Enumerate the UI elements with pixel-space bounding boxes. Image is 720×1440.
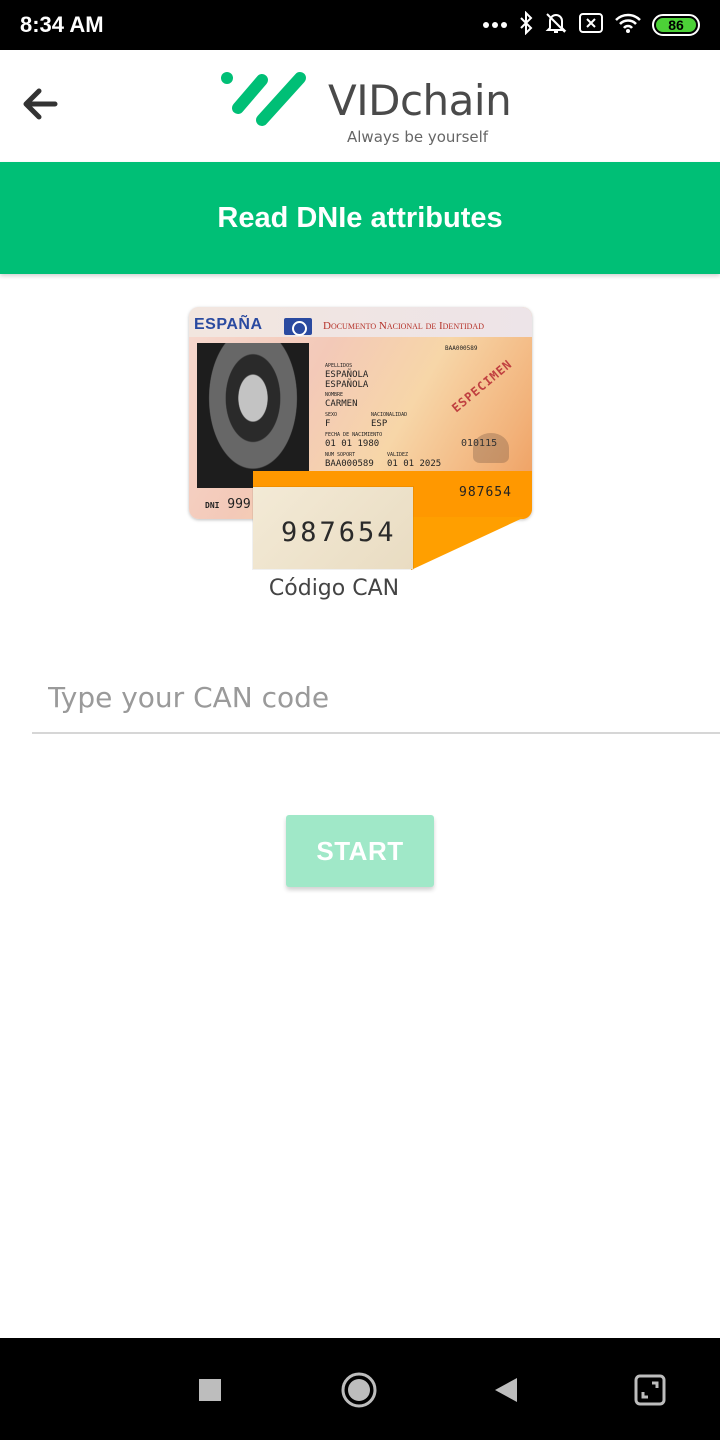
- card-support-number: BAA000589: [325, 459, 374, 469]
- card-sex: F: [325, 419, 331, 429]
- status-icons: 86: [482, 10, 700, 40]
- vidchain-logo: VIDchain Always be yourself: [218, 66, 512, 150]
- card-photo: [197, 343, 309, 488]
- recents-square-icon: [199, 1379, 221, 1401]
- can-zoom-number: 987654: [281, 517, 397, 548]
- card-nationality: ESP: [371, 419, 388, 429]
- back-triangle-icon: [495, 1378, 517, 1402]
- recents-button[interactable]: [192, 1372, 228, 1408]
- card-validity-date: 01 01 2025: [387, 459, 442, 469]
- title-banner: Read DNIe attributes: [0, 162, 720, 274]
- back-nav-button[interactable]: [488, 1372, 524, 1408]
- home-button[interactable]: [341, 1372, 377, 1408]
- arrow-left-icon: [23, 88, 58, 120]
- card-name: CARMEN: [325, 399, 358, 409]
- card-id-small: BAA000589: [445, 345, 478, 352]
- back-button[interactable]: [18, 82, 62, 126]
- more-dots-icon: [482, 16, 508, 34]
- status-time: 8:34 AM: [20, 12, 104, 37]
- card-country: ESPAÑA: [194, 316, 263, 333]
- vidchain-mark-icon: [221, 72, 306, 126]
- card-specimen-stamp: ESPECIMEN: [449, 356, 515, 416]
- wifi-icon: [614, 12, 642, 39]
- card-dni-prefix: DNI: [205, 501, 220, 510]
- logo-tagline: Always be yourself: [347, 128, 489, 146]
- home-circle-icon: [341, 1372, 377, 1408]
- bluetooth-icon: [518, 10, 534, 40]
- card-birth-date: 01 01 1980: [325, 439, 380, 449]
- card-validity-label: VALIDEZ: [387, 452, 409, 458]
- can-caption: Código CAN: [268, 576, 400, 601]
- screenshot-button[interactable]: [632, 1372, 668, 1408]
- card-surname-2: ESPAÑOLA: [325, 380, 369, 390]
- app-header: VIDchain Always be yourself: [0, 50, 720, 162]
- card-birth-label: FECHA DE NACIMIENTO: [325, 432, 383, 438]
- start-button[interactable]: START: [286, 815, 434, 887]
- card-dni-digits: 999: [227, 497, 251, 512]
- can-highlight-fold: [411, 517, 525, 570]
- card-can-code: 987654: [459, 485, 512, 500]
- status-bar: 8:34 AM 86: [0, 0, 720, 50]
- card-dni-number: DNI 999: [205, 497, 251, 512]
- logo-text: VIDchain: [328, 76, 512, 125]
- card-ghost-number: 010115: [461, 438, 498, 449]
- card-name-label: NOMBRE: [325, 392, 344, 398]
- card-support-label: NUM SOPORT: [325, 452, 356, 458]
- card-document-title: Documento Nacional de Identidad: [323, 320, 484, 332]
- screenshot-expand-icon: [634, 1374, 666, 1406]
- card-surname-1: ESPAÑOLA: [325, 370, 369, 380]
- card-surname-label: APELLIDOS: [325, 363, 353, 369]
- battery-level: 86: [656, 17, 696, 33]
- can-code-input[interactable]: [32, 662, 720, 734]
- card-chip-icon: [284, 318, 312, 336]
- no-sim-icon: [578, 12, 604, 39]
- system-nav-bar: [0, 1338, 720, 1440]
- dni-card-illustration: ESPAÑA Documento Nacional de Identidad B…: [189, 307, 533, 571]
- card-sex-label: SEXO: [325, 412, 338, 418]
- battery-icon: 86: [652, 14, 700, 36]
- card-nationality-label: NACIONALIDAD: [371, 412, 408, 418]
- can-zoom-box: 987654: [253, 487, 413, 569]
- page-title: Read DNIe attributes: [217, 201, 503, 234]
- notifications-off-icon: [544, 11, 568, 40]
